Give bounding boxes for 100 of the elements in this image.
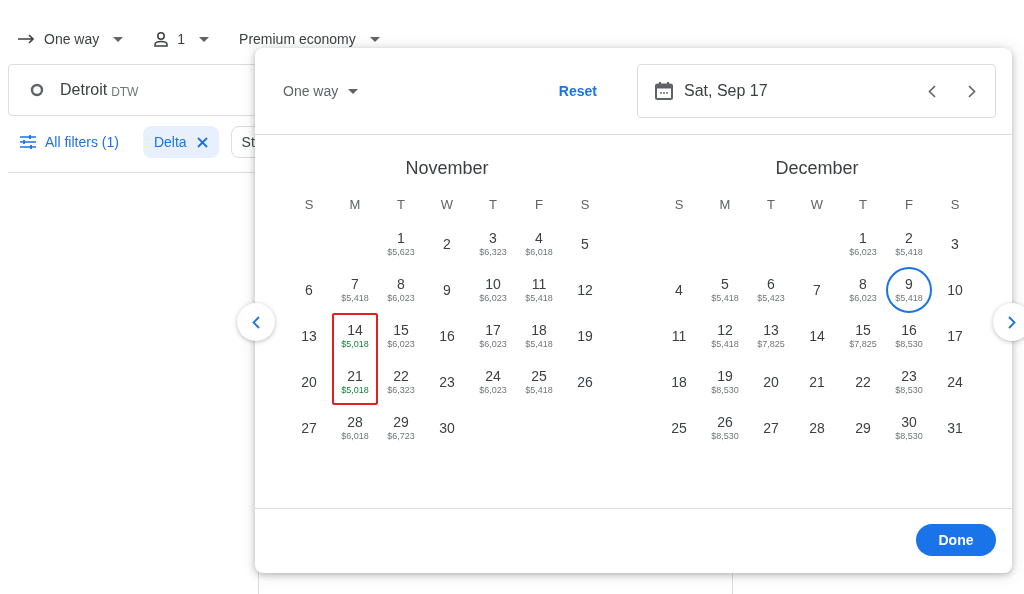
calendar-day[interactable]: 8 $6,023 <box>840 267 886 313</box>
trip-type-dropdown[interactable]: One way <box>18 31 124 47</box>
calendar-day[interactable]: 6 $5,423 <box>748 267 794 313</box>
calendar-day[interactable]: 22 $6,323 <box>378 359 424 405</box>
calendar-day[interactable]: 5 <box>562 221 608 267</box>
calendar-day[interactable]: 2 $5,418 <box>886 221 932 267</box>
calendar-day[interactable]: 28 $6,018 <box>332 405 378 451</box>
calendar-day[interactable]: 10 <box>932 267 978 313</box>
calendar-day[interactable]: 5 $5,418 <box>702 267 748 313</box>
calendar-day[interactable]: 1 $6,023 <box>840 221 886 267</box>
origin-city: Detroit <box>60 81 108 99</box>
weekday-label: T <box>858 195 868 214</box>
calendar-day[interactable]: 12 <box>562 267 608 313</box>
calendar-day[interactable]: 19 <box>562 313 608 359</box>
next-month-button[interactable] <box>993 303 1024 341</box>
calendar-day[interactable]: 11 <box>656 313 702 359</box>
weekday-label: W <box>809 195 825 214</box>
weekday-label: T <box>766 195 776 214</box>
calendar-day[interactable]: 29 <box>840 405 886 451</box>
calendar-day[interactable]: 26 <box>562 359 608 405</box>
calendar-day[interactable]: 18 <box>656 359 702 405</box>
close-icon <box>196 136 208 148</box>
circle-icon <box>30 83 44 97</box>
calendar-day[interactable]: 9 $5,418 <box>886 267 932 313</box>
calendar-day[interactable]: 7 <box>794 267 840 313</box>
date-text: Sat, Sep 17 <box>684 82 769 100</box>
calendar-day[interactable]: 27 <box>286 405 332 451</box>
calendar-day[interactable]: 24 <box>932 359 978 405</box>
sliders-icon <box>20 135 36 149</box>
calendar-day[interactable]: 10 $6,023 <box>470 267 516 313</box>
calendar-day[interactable]: 30 $8,530 <box>886 405 932 451</box>
calendar-day[interactable]: 7 $5,418 <box>332 267 378 313</box>
calendar-day[interactable]: 22 <box>840 359 886 405</box>
calendar-day[interactable]: 25 $5,418 <box>516 359 562 405</box>
arrow-right-icon <box>18 33 36 45</box>
calendar-day[interactable]: 8 $6,023 <box>378 267 424 313</box>
caret-icon <box>348 88 359 94</box>
calendar-day[interactable]: 23 $8,530 <box>886 359 932 405</box>
previous-month-button[interactable] <box>237 303 275 341</box>
calendar-day[interactable]: 15 $6,023 <box>378 313 424 359</box>
calendar-day[interactable]: 21 <box>794 359 840 405</box>
calendar-day[interactable]: 4 <box>656 267 702 313</box>
weekday-label: F <box>904 195 914 214</box>
weekday-label: T <box>396 195 406 214</box>
month-title: November <box>404 158 490 180</box>
calendar-day[interactable]: 29 $6,723 <box>378 405 424 451</box>
calendar-day[interactable]: 13 <box>286 313 332 359</box>
calendar-day[interactable]: 30 <box>424 405 470 451</box>
filter-chip[interactable]: Delta <box>142 126 219 158</box>
month-title: December <box>774 158 860 180</box>
calendar-day[interactable]: 14 <box>794 313 840 359</box>
calendar-day[interactable]: 3 $6,323 <box>470 221 516 267</box>
weekday-label: S <box>673 195 685 214</box>
person-icon <box>153 31 170 47</box>
calendar-day[interactable]: 19 $8,530 <box>702 359 748 405</box>
calendar-day[interactable]: 4 $6,018 <box>516 221 562 267</box>
all-filters-button[interactable]: All filters (1) <box>20 134 119 150</box>
calendar-day[interactable]: 12 $5,418 <box>702 313 748 359</box>
calendar-day[interactable]: 27 <box>748 405 794 451</box>
calendar-day[interactable]: 24 $6,023 <box>470 359 516 405</box>
calendar-day[interactable]: 14 $5,018 <box>332 313 378 359</box>
chevron-right-icon <box>968 84 976 98</box>
calendar-day[interactable]: 3 <box>932 221 978 267</box>
calendar-day[interactable]: 25 <box>656 405 702 451</box>
calendar-day[interactable]: 26 $8,530 <box>702 405 748 451</box>
chevron-right-icon <box>1008 315 1016 329</box>
weekday-label: S <box>579 195 591 214</box>
calendar-day[interactable]: 16 $8,530 <box>886 313 932 359</box>
calendar-day[interactable]: 1 $5,623 <box>378 221 424 267</box>
calendar-day[interactable]: 17 $6,023 <box>470 313 516 359</box>
weekday-label: W <box>439 195 455 214</box>
calendar-day[interactable]: 6 <box>286 267 332 313</box>
chevron-left-icon <box>928 84 936 98</box>
passengers-dropdown[interactable]: 1 <box>153 31 210 47</box>
cabin-class-dropdown[interactable]: Premium economy <box>239 31 380 47</box>
calendar-day[interactable]: 23 <box>424 359 470 405</box>
calendar-day[interactable]: 15 $7,825 <box>840 313 886 359</box>
done-button[interactable]: Done <box>916 524 996 556</box>
airport-code: DTW <box>111 84 139 99</box>
weekday-label: M <box>348 195 362 214</box>
calendar-day[interactable]: 13 $7,825 <box>748 313 794 359</box>
calendar-day[interactable]: 17 <box>932 313 978 359</box>
caret-icon <box>369 36 380 42</box>
calendar-day[interactable]: 16 <box>424 313 470 359</box>
reset-button[interactable]: Reset <box>556 77 599 105</box>
calendar-day[interactable]: 28 <box>794 405 840 451</box>
caret-icon <box>113 36 124 42</box>
weekday-label: M <box>718 195 732 214</box>
calendar-day[interactable]: 20 <box>748 359 794 405</box>
departure-date-field[interactable]: Sat, Sep 17 <box>637 64 996 118</box>
calendar-day[interactable]: 11 $5,418 <box>516 267 562 313</box>
calendar-day[interactable]: 2 <box>424 221 470 267</box>
calendar-day[interactable]: 31 <box>932 405 978 451</box>
calendar-day[interactable]: 20 <box>286 359 332 405</box>
weekday-label: F <box>534 195 544 214</box>
calendar-day[interactable]: 21 $5,018 <box>332 359 378 405</box>
calendar-day[interactable]: 9 <box>424 267 470 313</box>
chevron-left-icon <box>252 315 260 329</box>
calendar-day[interactable]: 18 $5,418 <box>516 313 562 359</box>
weekday-label: S <box>303 195 315 214</box>
